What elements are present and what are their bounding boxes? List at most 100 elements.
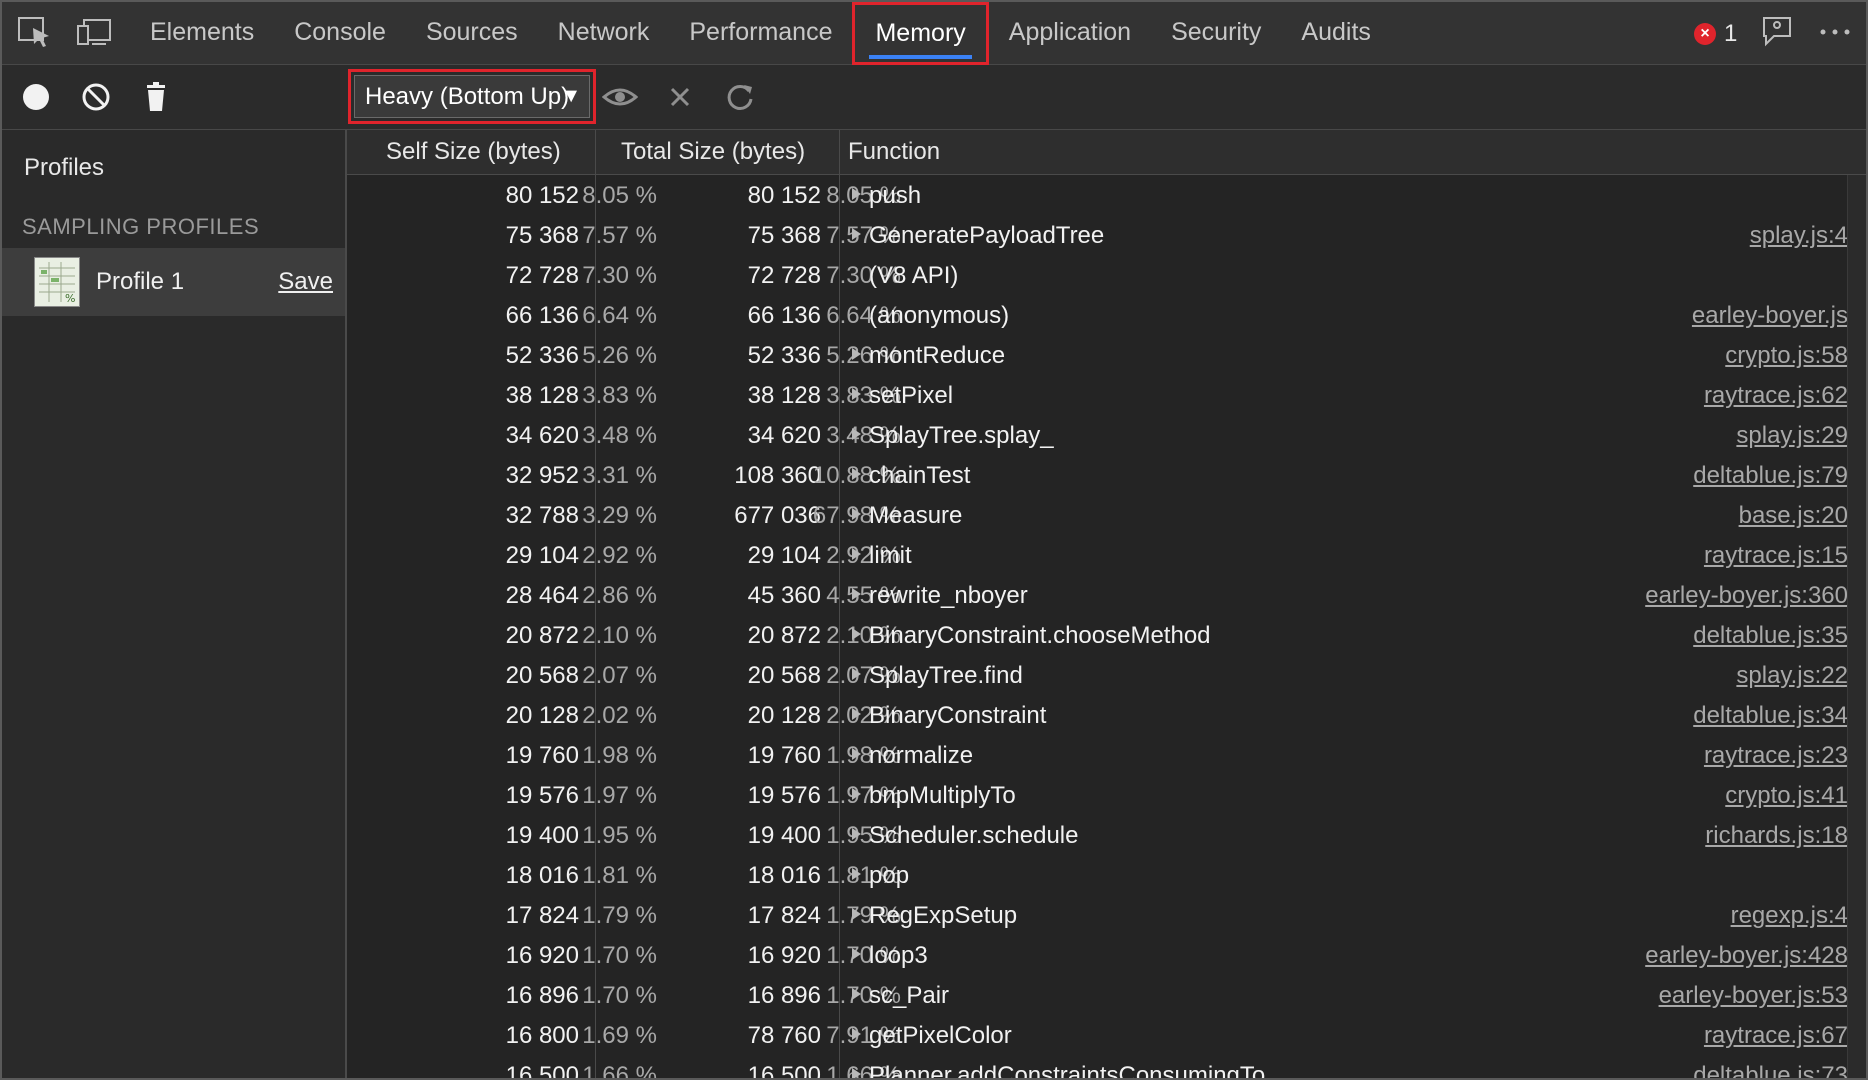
source-link[interactable]: earley-boyer.js:53 bbox=[1659, 982, 1848, 1010]
self-percent-cell: 1.70 % bbox=[582, 942, 657, 969]
expand-triangle-icon[interactable] bbox=[852, 788, 861, 800]
trash-icon[interactable] bbox=[138, 79, 174, 115]
source-link[interactable]: raytrace.js:23 bbox=[1704, 742, 1848, 770]
table-row[interactable]: 20 872 2.10 % 20 872 2.10 % BinaryConstraint… bbox=[347, 615, 1866, 655]
expand-triangle-icon[interactable] bbox=[852, 748, 861, 760]
vertical-scrollbar[interactable] bbox=[1847, 175, 1866, 1078]
tab-memory[interactable]: Memory bbox=[852, 2, 989, 65]
self-size-cell: 32 788 bbox=[505, 502, 579, 529]
close-icon[interactable] bbox=[662, 79, 698, 115]
table-row[interactable]: 19 576 1.97 % 19 576 1.97 % bnpMultiplyTo cry… bbox=[347, 775, 1866, 815]
expand-triangle-icon[interactable] bbox=[852, 828, 861, 840]
expand-triangle-icon[interactable] bbox=[852, 508, 861, 520]
expand-triangle-icon[interactable] bbox=[852, 908, 861, 920]
expand-triangle-icon[interactable] bbox=[852, 428, 861, 440]
view-select[interactable]: Heavy (Bottom Up) ▼ bbox=[348, 69, 596, 124]
eye-icon[interactable] bbox=[601, 79, 639, 115]
expand-triangle-icon[interactable] bbox=[852, 468, 861, 480]
function-header[interactable]: Function bbox=[848, 138, 940, 166]
source-link[interactable]: base.js:20 bbox=[1739, 502, 1848, 530]
table-row[interactable]: 34 620 3.48 % 34 620 3.48 % SplayTree.splay_… bbox=[347, 415, 1866, 455]
source-link[interactable]: deltablue.js:73 bbox=[1693, 1062, 1848, 1078]
source-link[interactable]: raytrace.js:62 bbox=[1704, 382, 1848, 410]
table-row[interactable]: 66 136 6.64 % 66 136 6.64 % (anonymous) earle… bbox=[347, 295, 1866, 335]
table-row[interactable]: 32 952 3.31 % 108 360 10.88 % chainTest delta… bbox=[347, 455, 1866, 495]
expand-triangle-icon[interactable] bbox=[852, 588, 861, 600]
table-row[interactable]: 20 568 2.07 % 20 568 2.07 % SplayTree.find sp… bbox=[347, 655, 1866, 695]
refresh-icon[interactable] bbox=[722, 79, 758, 115]
expand-triangle-icon[interactable] bbox=[852, 868, 861, 880]
source-link[interactable]: earley-boyer.js:360 bbox=[1645, 582, 1848, 610]
save-profile-link[interactable]: Save bbox=[278, 268, 333, 296]
table-row[interactable]: 17 824 1.79 % 17 824 1.79 % RegExpSetup regex… bbox=[347, 895, 1866, 935]
tab-network[interactable]: Network bbox=[538, 2, 670, 65]
tab-elements[interactable]: Elements bbox=[130, 2, 274, 65]
table-row[interactable]: 80 152 8.05 % 80 152 8.05 % push bbox=[347, 175, 1866, 215]
expand-triangle-icon[interactable] bbox=[852, 628, 861, 640]
error-counter[interactable]: × 1 bbox=[1694, 20, 1737, 48]
source-link[interactable]: crypto.js:41 bbox=[1725, 782, 1848, 810]
source-link[interactable]: deltablue.js:79 bbox=[1693, 462, 1848, 490]
table-row[interactable]: 52 336 5.26 % 52 336 5.26 % montReduce crypto… bbox=[347, 335, 1866, 375]
expand-triangle-icon[interactable] bbox=[852, 188, 861, 200]
expand-triangle-icon[interactable] bbox=[852, 1028, 861, 1040]
self-size-cell: 29 104 bbox=[505, 542, 579, 569]
device-toolbar-icon[interactable] bbox=[76, 14, 114, 50]
source-link[interactable]: deltablue.js:35 bbox=[1693, 622, 1848, 650]
clear-icon[interactable] bbox=[78, 79, 114, 115]
source-link[interactable]: regexp.js:4 bbox=[1731, 902, 1848, 930]
tab-performance[interactable]: Performance bbox=[669, 2, 852, 65]
source-link[interactable]: raytrace.js:67 bbox=[1704, 1022, 1848, 1050]
table-row[interactable]: 16 896 1.70 % 16 896 1.70 % sc_Pair earley-bo… bbox=[347, 975, 1866, 1015]
table-row[interactable]: 19 760 1.98 % 19 760 1.98 % normalize raytrac… bbox=[347, 735, 1866, 775]
source-link[interactable]: crypto.js:58 bbox=[1725, 342, 1848, 370]
tab-console[interactable]: Console bbox=[274, 2, 406, 65]
source-link[interactable]: raytrace.js:15 bbox=[1704, 542, 1848, 570]
source-link[interactable]: earley-boyer.js:428 bbox=[1645, 942, 1848, 970]
table-row[interactable]: 20 128 2.02 % 20 128 2.02 % BinaryConstraint… bbox=[347, 695, 1866, 735]
table-row[interactable]: 38 128 3.83 % 38 128 3.83 % setPixel raytrace… bbox=[347, 375, 1866, 415]
self-size-header[interactable]: Self Size (bytes) bbox=[386, 138, 561, 166]
expand-triangle-icon[interactable] bbox=[852, 668, 861, 680]
table-row[interactable]: 32 788 3.29 % 677 036 67.98 % Measure base.js… bbox=[347, 495, 1866, 535]
table-row[interactable]: 16 500 1.66 % 16 500 1.66 % Planner.addConst… bbox=[347, 1055, 1866, 1078]
source-link[interactable]: earley-boyer.js bbox=[1692, 302, 1848, 330]
tab-sources[interactable]: Sources bbox=[406, 2, 538, 65]
table-row[interactable]: 29 104 2.92 % 29 104 2.92 % limit raytrace.js… bbox=[347, 535, 1866, 575]
source-link[interactable]: richards.js:18 bbox=[1705, 822, 1848, 850]
expand-triangle-icon[interactable] bbox=[852, 388, 861, 400]
table-row[interactable]: 19 400 1.95 % 19 400 1.95 % Scheduler.schedu… bbox=[347, 815, 1866, 855]
table-row[interactable]: 16 920 1.70 % 16 920 1.70 % loop3 earley-boye… bbox=[347, 935, 1866, 975]
expand-triangle-icon[interactable] bbox=[852, 348, 861, 360]
source-link[interactable]: splay.js:29 bbox=[1736, 422, 1848, 450]
feedback-icon[interactable] bbox=[1758, 14, 1796, 50]
total-size-header[interactable]: Total Size (bytes) bbox=[621, 138, 805, 166]
tab-application[interactable]: Application bbox=[989, 2, 1151, 65]
tab-security[interactable]: Security bbox=[1151, 2, 1281, 65]
table-row[interactable]: 72 728 7.30 % 72 728 7.30 % (V8 API) bbox=[347, 255, 1866, 295]
total-size-cell: 17 824 bbox=[747, 902, 821, 929]
table-row[interactable]: 28 464 2.86 % 45 360 4.55 % rewrite_nboyer ea… bbox=[347, 575, 1866, 615]
more-options-icon[interactable] bbox=[1816, 14, 1854, 50]
function-name-cell: BinaryConstraint bbox=[869, 702, 1047, 729]
source-link[interactable]: splay.js:4 bbox=[1750, 222, 1848, 250]
self-size-cell: 66 136 bbox=[505, 302, 579, 329]
expand-triangle-icon[interactable] bbox=[852, 708, 861, 720]
table-row[interactable]: 16 800 1.69 % 78 760 7.91 % getPixelColor ray… bbox=[347, 1015, 1866, 1055]
source-link[interactable]: splay.js:22 bbox=[1736, 662, 1848, 690]
inspect-element-icon[interactable] bbox=[16, 14, 54, 50]
expand-triangle-icon[interactable] bbox=[852, 1068, 861, 1078]
source-link[interactable]: deltablue.js:34 bbox=[1693, 702, 1848, 730]
expand-triangle-icon[interactable] bbox=[852, 988, 861, 1000]
expand-triangle-icon[interactable] bbox=[852, 548, 861, 560]
expand-triangle-icon[interactable] bbox=[852, 228, 861, 240]
table-row[interactable]: 75 368 7.57 % 75 368 7.57 % GeneratePayloadT… bbox=[347, 215, 1866, 255]
heavy-profile-grid: Self Size (bytes) Total Size (bytes) Fun… bbox=[347, 130, 1866, 1078]
table-row[interactable]: 18 016 1.81 % 18 016 1.81 % pop bbox=[347, 855, 1866, 895]
self-size-cell: 20 128 bbox=[505, 702, 579, 729]
profile-item[interactable]: % Profile 1 Save bbox=[2, 248, 345, 316]
record-icon[interactable] bbox=[18, 79, 54, 115]
tab-audits[interactable]: Audits bbox=[1281, 2, 1390, 65]
view-select-box[interactable]: Heavy (Bottom Up) ▼ bbox=[354, 75, 590, 118]
expand-triangle-icon[interactable] bbox=[852, 948, 861, 960]
